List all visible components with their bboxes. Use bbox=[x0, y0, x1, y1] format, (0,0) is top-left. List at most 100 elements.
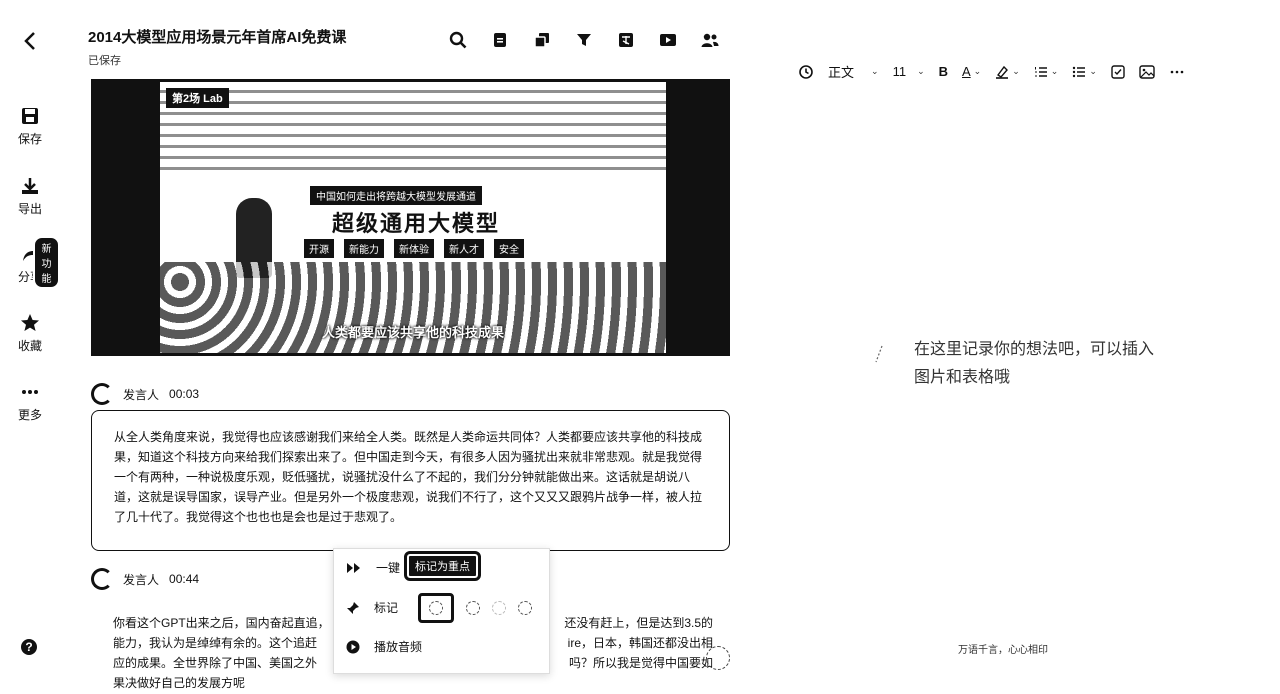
video-button[interactable] bbox=[656, 28, 680, 52]
mark-color-option[interactable] bbox=[492, 601, 506, 615]
video-logo-text: 第2场 Lab bbox=[166, 88, 229, 108]
paragraph-style-select[interactable]: 正文 ⌄ bbox=[828, 62, 879, 81]
mark-color-option[interactable] bbox=[466, 601, 480, 615]
chevron-down-icon: ⌄ bbox=[1089, 66, 1097, 76]
editor-toolbar: 正文 ⌄ 11 ⌄ B A ⌄ ⌄ ⌄ ⌄ bbox=[798, 62, 1185, 81]
pencil-icon bbox=[875, 345, 883, 363]
bold-icon: B bbox=[938, 64, 948, 79]
more-dots-icon bbox=[22, 390, 38, 394]
video-ceiling bbox=[160, 82, 666, 177]
chevron-down-icon: ⌄ bbox=[917, 66, 925, 76]
copy-button[interactable] bbox=[530, 28, 554, 52]
history-button[interactable] bbox=[798, 64, 814, 80]
more-dots-icon bbox=[1170, 70, 1184, 73]
svg-text:?: ? bbox=[25, 640, 32, 654]
mark-color-selected[interactable] bbox=[418, 593, 454, 623]
video-player[interactable]: 第2场 Lab 中国如何走出将跨越大模型发展通道 超级通用大模型 开源 新能力 … bbox=[91, 79, 730, 356]
insert-image-button[interactable] bbox=[1139, 64, 1155, 79]
search-button[interactable] bbox=[446, 28, 470, 52]
chevron-down-icon: ⌄ bbox=[871, 66, 879, 76]
mark-key-tooltip: 标记为重点 bbox=[404, 551, 481, 581]
transcript-text: 你看这个GPT出来之后，国内奋起直追， bbox=[113, 616, 330, 630]
ordered-list-button[interactable]: ⌄ bbox=[1034, 65, 1059, 79]
bullet-list-icon bbox=[1073, 66, 1086, 77]
back-arrow-icon[interactable] bbox=[20, 30, 42, 52]
video-tag: 新体验 bbox=[394, 239, 434, 258]
saved-status: 已保存 bbox=[88, 55, 121, 67]
mark-item[interactable]: 标记 bbox=[346, 599, 398, 616]
transcript-text: 吗？所以我是觉得中国要如 bbox=[568, 656, 713, 670]
fast-forward-icon bbox=[347, 562, 360, 573]
filter-icon bbox=[577, 34, 591, 46]
more-button[interactable]: 更多 bbox=[0, 382, 60, 423]
speakers-button[interactable] bbox=[698, 28, 722, 52]
mark-color-options bbox=[418, 593, 532, 623]
translate-icon bbox=[619, 33, 633, 47]
video-tag: 安全 bbox=[494, 239, 524, 258]
checklist-button[interactable] bbox=[1111, 64, 1125, 79]
timestamp[interactable]: 00:03 bbox=[169, 387, 199, 401]
video-banner-main: 超级通用大模型 bbox=[332, 211, 501, 236]
more-options-button[interactable] bbox=[1169, 65, 1185, 79]
summary-button[interactable] bbox=[488, 28, 512, 52]
mark-color-option[interactable] bbox=[518, 601, 532, 615]
chevron-down-icon: ⌄ bbox=[1050, 66, 1059, 76]
copy-icon bbox=[534, 33, 549, 48]
font-color-button[interactable]: A ⌄ bbox=[962, 64, 981, 79]
help-icon[interactable]: ? bbox=[20, 638, 38, 656]
video-banner-tags: 开源 新能力 新体验 新人才 安全 bbox=[304, 239, 524, 258]
mark-label: 标记 bbox=[374, 601, 399, 615]
avatar bbox=[91, 383, 113, 405]
transcript-text: 能力，我认为是绰绰有余的。这个追赶 bbox=[113, 636, 318, 650]
document-icon bbox=[494, 33, 506, 47]
font-size-select[interactable]: 11 ⌄ bbox=[893, 64, 925, 79]
avatar bbox=[91, 568, 113, 590]
video-tag: 新能力 bbox=[344, 239, 384, 258]
save-label: 保存 bbox=[17, 132, 42, 146]
pin-icon bbox=[347, 601, 359, 614]
page-title: 2014大模型应用场景元年首席AI免费课 bbox=[88, 29, 347, 46]
transcript-paragraph-selected[interactable]: 从全人类角度来说，我觉得也应该感谢我们来给全人类。既然是人类命运共同体？人类都要… bbox=[91, 410, 730, 551]
speaker-name[interactable]: 发言人 bbox=[123, 571, 159, 588]
video-subtitle: 人类都要应该共享他的科技成果 bbox=[321, 325, 504, 340]
transcript-text: 应的成果。全世界除了中国、美国之外 bbox=[113, 656, 318, 670]
footer-hint: 万语千言，心心相印 bbox=[958, 645, 1048, 656]
top-toolbar bbox=[446, 28, 722, 52]
left-rail: 保存 导出 新功能 分享 收藏 更多 ? bbox=[0, 0, 60, 694]
share-button[interactable]: 新功能 分享 bbox=[0, 236, 60, 289]
highlight-button[interactable]: ⌄ bbox=[995, 65, 1020, 79]
floating-assistant-button[interactable] bbox=[706, 646, 730, 670]
save-button[interactable]: 保存 bbox=[0, 106, 60, 147]
one-click-label: 一键 bbox=[376, 561, 401, 575]
play-audio-label: 播放音频 bbox=[374, 640, 423, 654]
paragraph-style-value: 正文 bbox=[828, 65, 855, 80]
save-icon bbox=[22, 108, 38, 124]
translate-button[interactable] bbox=[614, 28, 638, 52]
speaker-header: 发言人 00:44 bbox=[91, 568, 199, 590]
filter-button[interactable] bbox=[572, 28, 596, 52]
star-icon bbox=[21, 314, 39, 331]
bold-button[interactable]: B bbox=[939, 64, 948, 79]
export-label: 导出 bbox=[17, 202, 42, 216]
play-audio-item[interactable]: 播放音频 bbox=[346, 638, 422, 655]
bullet-list-button[interactable]: ⌄ bbox=[1072, 65, 1097, 79]
video-banner-sub: 中国如何走出将跨越大模型发展通道 bbox=[310, 186, 482, 205]
speaker-name[interactable]: 发言人 bbox=[123, 386, 159, 403]
notes-editor-placeholder[interactable]: 在这里记录你的想法吧，可以插入图片和表格哦 bbox=[914, 336, 1164, 392]
chevron-down-icon: ⌄ bbox=[973, 66, 982, 76]
favorite-label: 收藏 bbox=[17, 339, 42, 353]
font-size-value: 11 bbox=[892, 64, 907, 79]
ordered-list-icon bbox=[1034, 66, 1047, 77]
share-new-badge: 新功能 bbox=[33, 236, 60, 289]
image-icon bbox=[1139, 64, 1155, 79]
export-icon bbox=[22, 178, 38, 194]
chevron-down-icon: ⌄ bbox=[1012, 66, 1020, 76]
play-circle-icon bbox=[346, 640, 360, 653]
speaker-header: 发言人 00:03 bbox=[91, 383, 199, 405]
video-tag: 开源 bbox=[304, 239, 334, 258]
favorite-button[interactable]: 收藏 bbox=[0, 313, 60, 354]
timestamp[interactable]: 00:44 bbox=[169, 572, 199, 586]
export-button[interactable]: 导出 bbox=[0, 176, 60, 217]
one-click-item[interactable]: 一键 bbox=[346, 559, 400, 576]
video-frame: 第2场 Lab 中国如何走出将跨越大模型发展通道 超级通用大模型 开源 新能力 … bbox=[160, 82, 666, 353]
